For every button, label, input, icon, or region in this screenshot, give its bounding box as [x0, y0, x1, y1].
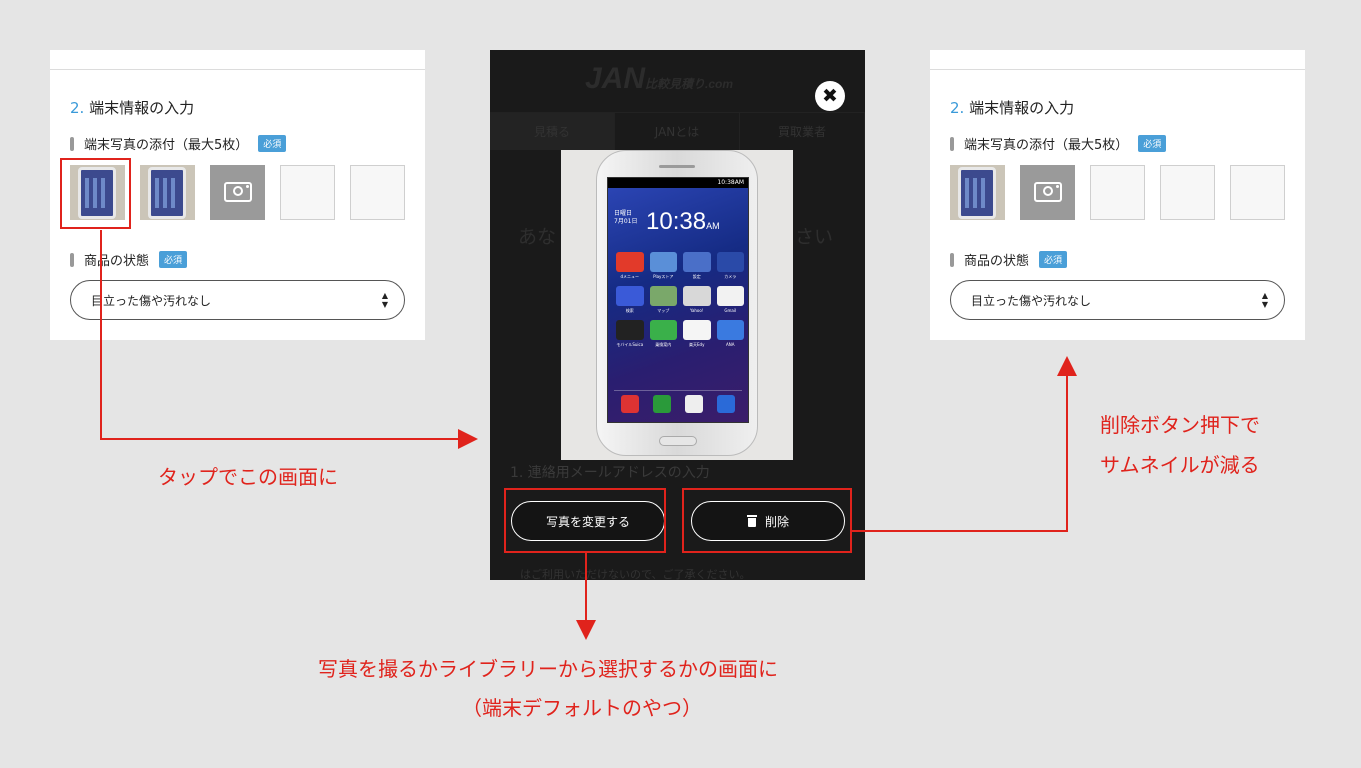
change-annotation-line1: 写真を撮るかライブラリーから選択するかの画面に	[318, 657, 778, 681]
arrow-tap	[100, 230, 478, 449]
arrow-delete	[852, 356, 1077, 532]
delete-annotation-line2: サムネイルが減る	[1100, 453, 1260, 477]
change-annotation-line2: （端末デフォルトのやつ）	[462, 696, 702, 720]
delete-annotation-line1: 削除ボタン押下で	[1100, 413, 1260, 437]
tap-annotation: タップでこの画面に	[158, 465, 338, 489]
